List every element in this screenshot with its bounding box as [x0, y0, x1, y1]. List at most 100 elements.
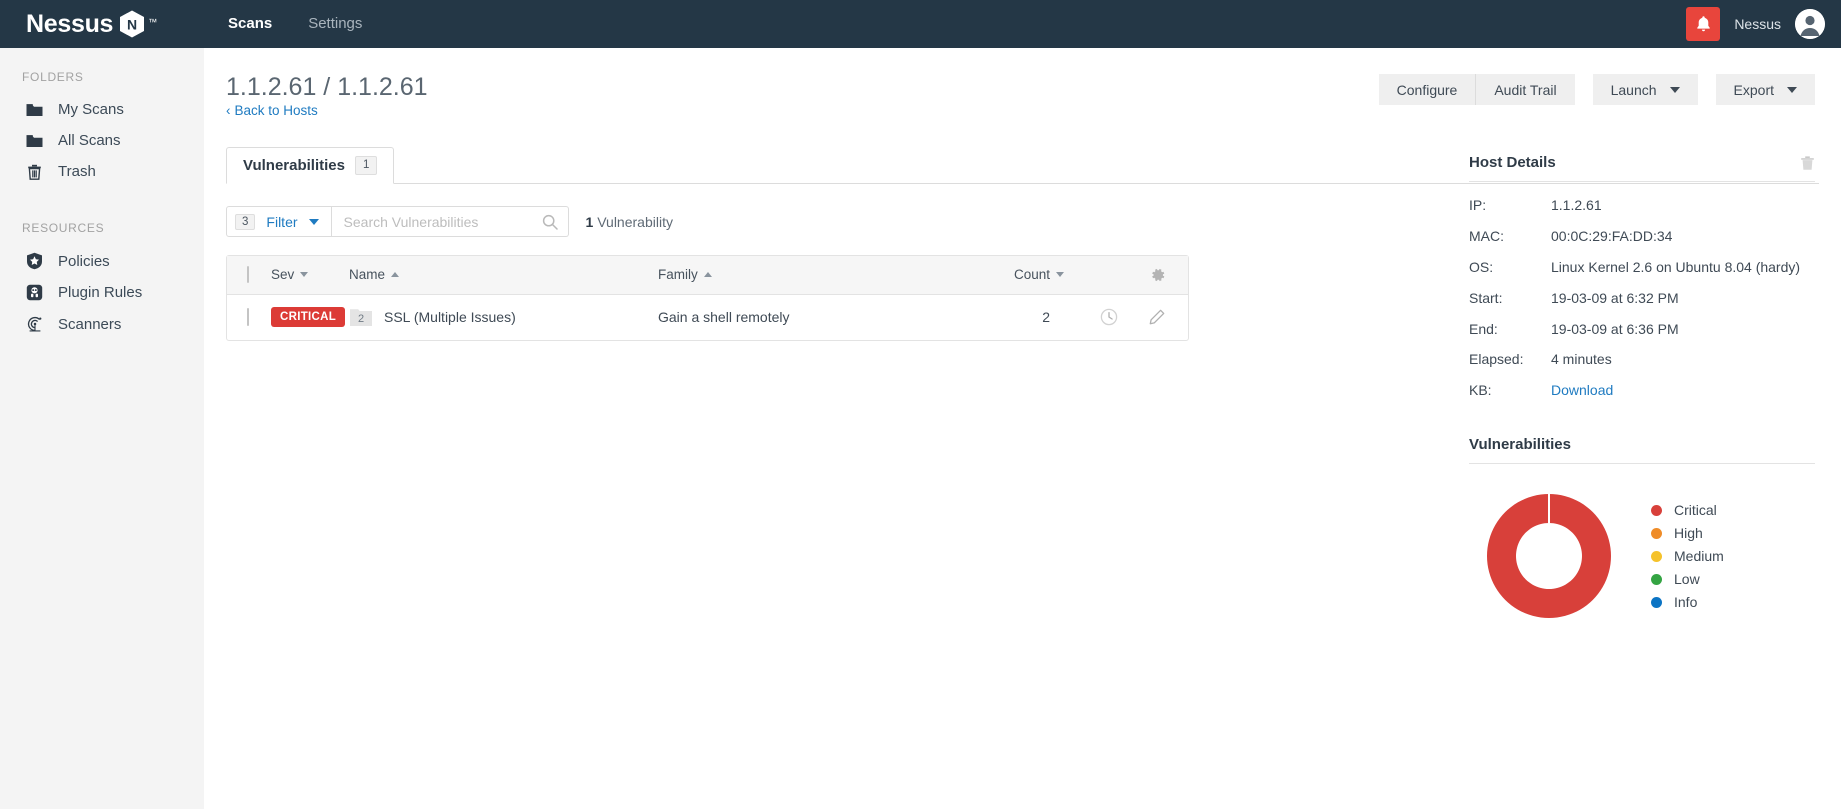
- column-label: Name: [349, 267, 386, 283]
- detail-value: 19-03-09 at 6:36 PM: [1551, 320, 1679, 337]
- page-actions: Configure Audit Trail Launch Export: [1378, 74, 1815, 105]
- gear-icon[interactable]: [1150, 267, 1166, 283]
- detail-value: 00:0C:29:FA:DD:34: [1551, 227, 1673, 244]
- legend-label: Info: [1674, 594, 1698, 611]
- sidebar-item-policies[interactable]: Policies: [0, 245, 204, 277]
- filter-label: Filter: [266, 213, 298, 230]
- radar-icon: [25, 315, 44, 333]
- brand-logo[interactable]: Nessus N ™: [0, 0, 204, 48]
- sidebar-item-label: Plugin Rules: [58, 284, 143, 301]
- sort-desc-icon: [1056, 272, 1064, 278]
- row-count-cell: 2: [1042, 309, 1050, 326]
- sidebar-item-my-scans[interactable]: My Scans: [0, 94, 204, 125]
- launch-label: Launch: [1610, 81, 1657, 98]
- host-detail-row: Start: 19-03-09 at 6:32 PM: [1469, 289, 1815, 320]
- search-vulnerabilities-box[interactable]: [331, 206, 569, 237]
- host-detail-row: OS: Linux Kernel 2.6 on Ubuntu 8.04 (har…: [1469, 258, 1815, 289]
- detail-key: End:: [1469, 320, 1498, 337]
- filter-count-badge: 3: [235, 213, 256, 230]
- sidebar-item-all-scans[interactable]: All Scans: [0, 125, 204, 156]
- brand-name: Nessus: [26, 9, 114, 38]
- chevron-down-icon: [1787, 86, 1797, 93]
- column-header-family[interactable]: Family: [658, 256, 958, 295]
- host-details-panel: Host Details IP: 1.1.2.61 MAC: 00:0C:29:…: [1451, 132, 1841, 630]
- pencil-icon[interactable]: [1148, 308, 1166, 326]
- table-header: Sev Name Family Count: [227, 256, 1188, 295]
- host-detail-row: KB: Download: [1469, 381, 1815, 412]
- detail-value-link: Download: [1551, 381, 1815, 412]
- search-input[interactable]: [343, 213, 542, 230]
- row-checkbox[interactable]: [247, 308, 249, 327]
- detail-key: Elapsed:: [1469, 351, 1524, 368]
- legend-item-critical[interactable]: Critical: [1651, 502, 1724, 518]
- vulnerabilities-table-card: Sev Name Family Count CRITICAL 2 SSL (Mu…: [226, 255, 1189, 341]
- page-header: 1.1.2.61 / 1.1.2.61 ‹ Back to Hosts Conf…: [204, 48, 1841, 132]
- column-header-name[interactable]: Name: [349, 256, 658, 295]
- detail-key: OS:: [1469, 258, 1494, 275]
- launch-button[interactable]: Launch: [1592, 74, 1698, 105]
- column-header-sev[interactable]: Sev: [271, 256, 349, 295]
- folder-icon: [25, 134, 44, 148]
- group-count: 2: [357, 312, 365, 325]
- folder-icon: [25, 103, 44, 117]
- header-right-cluster: Nessus: [1686, 0, 1825, 48]
- legend-item-low[interactable]: Low: [1651, 571, 1724, 587]
- nav-item-scans[interactable]: Scans: [228, 0, 272, 48]
- row-actions-cell: [1068, 294, 1188, 340]
- select-all-checkbox[interactable]: [247, 266, 249, 284]
- host-details-list: IP: 1.1.2.61 MAC: 00:0C:29:FA:DD:34 OS: …: [1469, 196, 1815, 412]
- vulnerabilities-table: Sev Name Family Count CRITICAL 2 SSL (Mu…: [227, 256, 1188, 340]
- tab-vulnerabilities[interactable]: Vulnerabilities 1: [226, 147, 395, 184]
- sort-desc-icon: [300, 272, 309, 278]
- export-button[interactable]: Export: [1715, 74, 1815, 105]
- audit-trail-button[interactable]: Audit Trail: [1476, 74, 1575, 105]
- detail-key: Start:: [1469, 289, 1503, 306]
- sidebar-item-scanners[interactable]: Scanners: [0, 308, 204, 340]
- legend-color-dot: [1651, 504, 1662, 516]
- nav-item-settings[interactable]: Settings: [308, 0, 362, 48]
- trash-icon: [25, 164, 44, 180]
- chart-legend: Critical High Medium Low Info: [1651, 502, 1724, 610]
- vulnerability-name[interactable]: SSL (Multiple Issues): [384, 309, 516, 325]
- table-body: CRITICAL 2 SSL (Multiple Issues) Gain a …: [227, 294, 1188, 340]
- back-to-hosts-link[interactable]: ‹ Back to Hosts: [226, 103, 318, 118]
- row-name-cell: 2 SSL (Multiple Issues): [349, 294, 658, 340]
- kb-download-link[interactable]: Download: [1551, 382, 1613, 398]
- column-header-count[interactable]: Count: [958, 256, 1068, 295]
- sidebar-item-plugin-rules[interactable]: Plugin Rules: [0, 277, 204, 308]
- detail-value: Linux Kernel 2.6 on Ubuntu 8.04 (hardy): [1551, 258, 1801, 275]
- sidebar-item-label: Trash: [58, 163, 96, 180]
- bell-icon[interactable]: [1686, 7, 1721, 41]
- chevron-down-icon: [308, 218, 319, 225]
- detail-value: 4 minutes: [1551, 351, 1612, 368]
- legend-item-high[interactable]: High: [1651, 525, 1724, 541]
- clock-icon[interactable]: [1100, 308, 1118, 326]
- user-avatar-icon[interactable]: [1795, 9, 1825, 39]
- legend-color-dot: [1651, 573, 1662, 585]
- top-header-bar: Nessus N ™ Scans Settings Nessus: [0, 0, 1841, 48]
- search-icon[interactable]: [542, 214, 558, 230]
- legend-item-info[interactable]: Info: [1651, 594, 1724, 610]
- sidebar-item-label: All Scans: [58, 132, 121, 149]
- sort-asc-icon: [703, 272, 712, 278]
- vulnerabilities-chart-block: Vulnerabilities Critical High Medium Low Inf…: [1469, 436, 1815, 630]
- vulnerability-count-text: Vulnerability: [597, 213, 673, 230]
- legend-label: Medium: [1674, 548, 1724, 565]
- row-family-cell: Gain a shell remotely: [658, 309, 790, 326]
- nessus-hex-badge-icon: N: [117, 9, 147, 39]
- trash-icon[interactable]: [1800, 155, 1815, 171]
- select-all-header: [227, 256, 271, 295]
- back-link-label: Back to Hosts: [234, 103, 318, 119]
- sidebar-heading-folders: FOLDERS: [22, 70, 84, 84]
- table-row[interactable]: CRITICAL 2 SSL (Multiple Issues) Gain a …: [227, 294, 1188, 340]
- detail-key: KB:: [1469, 382, 1492, 399]
- legend-label: Critical: [1674, 502, 1717, 519]
- sidebar-item-trash[interactable]: Trash: [0, 156, 204, 187]
- host-detail-row: IP: 1.1.2.61: [1469, 196, 1815, 227]
- legend-item-medium[interactable]: Medium: [1651, 548, 1724, 564]
- configure-button[interactable]: Configure: [1378, 74, 1477, 105]
- sort-asc-icon: [391, 272, 400, 278]
- vulnerability-count-label: 1 Vulnerability: [586, 214, 673, 230]
- export-label: Export: [1733, 81, 1774, 98]
- filter-button[interactable]: 3 Filter: [226, 206, 332, 237]
